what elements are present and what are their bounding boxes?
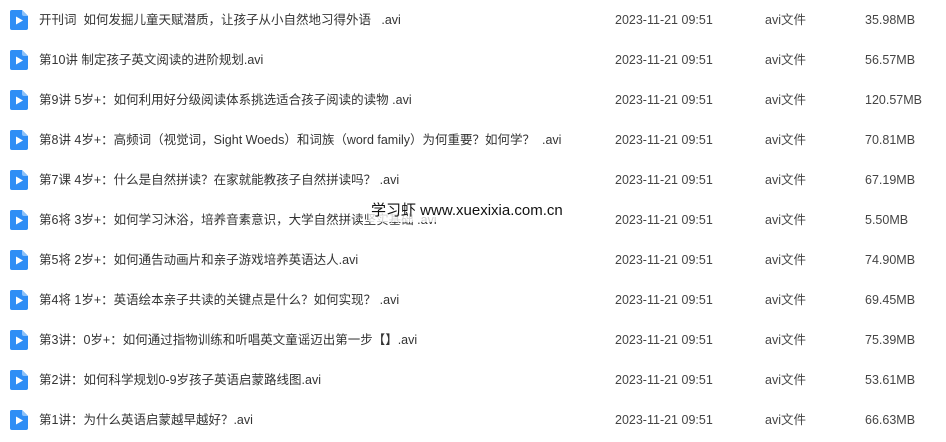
file-date: 2023-11-21 09:51 [615, 13, 713, 27]
file-name[interactable]: 第2讲：如何科学规划0-9岁孩子英语启蒙路线图.avi [39, 360, 321, 400]
file-date: 2023-11-21 09:51 [615, 133, 713, 147]
file-name[interactable]: 第10讲 制定孩子英文阅读的进阶规划.avi [39, 40, 263, 80]
file-type: avi文件 [765, 213, 806, 227]
video-file-icon [10, 90, 28, 110]
video-file-icon [10, 250, 28, 270]
file-row[interactable]: 第3讲：0岁+：如何通过指物训练和听唱英文童谣迈出第一步【】.avi 2023-… [0, 320, 946, 360]
file-name[interactable]: 第1讲：为什么英语启蒙越早越好？.avi [39, 400, 253, 440]
file-row[interactable]: 第9讲 5岁+：如何利用好分级阅读体系挑选适合孩子阅读的读物 .avi 2023… [0, 80, 946, 120]
file-size: 66.63MB [865, 413, 916, 427]
file-date: 2023-11-21 09:51 [615, 293, 713, 307]
file-type: avi文件 [765, 373, 806, 387]
file-name[interactable]: 第3讲：0岁+：如何通过指物训练和听唱英文童谣迈出第一步【】.avi [39, 320, 417, 360]
file-date: 2023-11-21 09:51 [615, 213, 713, 227]
file-row[interactable]: 第8讲 4岁+：高频词（视觉词，Sight Woeds）和词族（word fam… [0, 120, 946, 160]
file-type: avi文件 [765, 53, 806, 67]
video-file-icon [10, 290, 28, 310]
file-size: 5.50MB [865, 213, 909, 227]
file-type: avi文件 [765, 333, 806, 347]
video-file-icon [10, 50, 28, 70]
video-file-icon [10, 130, 28, 150]
file-name[interactable]: 第7课 4岁+：什么是自然拼读？在家就能教孩子自然拼读吗？ .avi [39, 160, 399, 200]
video-file-icon [10, 210, 28, 230]
file-row[interactable]: 第7课 4岁+：什么是自然拼读？在家就能教孩子自然拼读吗？ .avi 2023-… [0, 160, 946, 200]
file-size: 69.45MB [865, 293, 916, 307]
file-name[interactable]: 第8讲 4岁+：高频词（视觉词，Sight Woeds）和词族（word fam… [39, 120, 561, 160]
video-file-icon [10, 370, 28, 390]
file-type: avi文件 [765, 93, 806, 107]
file-size: 74.90MB [865, 253, 916, 267]
file-size: 53.61MB [865, 373, 916, 387]
video-file-icon [10, 330, 28, 350]
file-row[interactable]: 第5将 2岁+：如何通告动画片和亲子游戏培养英语达人.avi 2023-11-2… [0, 240, 946, 280]
file-row[interactable]: 第1讲：为什么英语启蒙越早越好？.avi 2023-11-21 09:51 av… [0, 400, 946, 440]
file-type: avi文件 [765, 413, 806, 427]
file-row[interactable]: 第10讲 制定孩子英文阅读的进阶规划.avi 2023-11-21 09:51 … [0, 40, 946, 80]
file-row[interactable]: 第4将 1岁+：英语绘本亲子共读的关键点是什么？如何实现？ .avi 2023-… [0, 280, 946, 320]
file-type: avi文件 [765, 293, 806, 307]
file-date: 2023-11-21 09:51 [615, 173, 713, 187]
file-date: 2023-11-21 09:51 [615, 333, 713, 347]
file-row[interactable]: 开刊词 如何发掘儿童天赋潜质，让孩子从小自然地习得外语 .avi 2023-11… [0, 0, 946, 40]
file-type: avi文件 [765, 173, 806, 187]
file-type: avi文件 [765, 253, 806, 267]
file-date: 2023-11-21 09:51 [615, 373, 713, 387]
file-size: 67.19MB [865, 173, 916, 187]
watermark: 学习虾 www.xuexixia.com.cn [369, 200, 565, 222]
file-size: 56.57MB [865, 53, 916, 67]
file-type: avi文件 [765, 133, 806, 147]
file-date: 2023-11-21 09:51 [615, 53, 713, 67]
video-file-icon [10, 170, 28, 190]
file-date: 2023-11-21 09:51 [615, 93, 713, 107]
file-name[interactable]: 第9讲 5岁+：如何利用好分级阅读体系挑选适合孩子阅读的读物 .avi [39, 80, 412, 120]
file-date: 2023-11-21 09:51 [615, 253, 713, 267]
file-size: 70.81MB [865, 133, 916, 147]
file-name[interactable]: 第4将 1岁+：英语绘本亲子共读的关键点是什么？如何实现？ .avi [39, 280, 399, 320]
file-type: avi文件 [765, 13, 806, 27]
file-size: 120.57MB [865, 93, 922, 107]
file-date: 2023-11-21 09:51 [615, 413, 713, 427]
video-file-icon [10, 410, 28, 430]
video-file-icon [10, 10, 28, 30]
file-name[interactable]: 开刊词 如何发掘儿童天赋潜质，让孩子从小自然地习得外语 .avi [39, 0, 401, 40]
file-size: 35.98MB [865, 13, 916, 27]
file-name[interactable]: 第5将 2岁+：如何通告动画片和亲子游戏培养英语达人.avi [39, 240, 358, 280]
file-size: 75.39MB [865, 333, 916, 347]
file-row[interactable]: 第2讲：如何科学规划0-9岁孩子英语启蒙路线图.avi 2023-11-21 0… [0, 360, 946, 400]
